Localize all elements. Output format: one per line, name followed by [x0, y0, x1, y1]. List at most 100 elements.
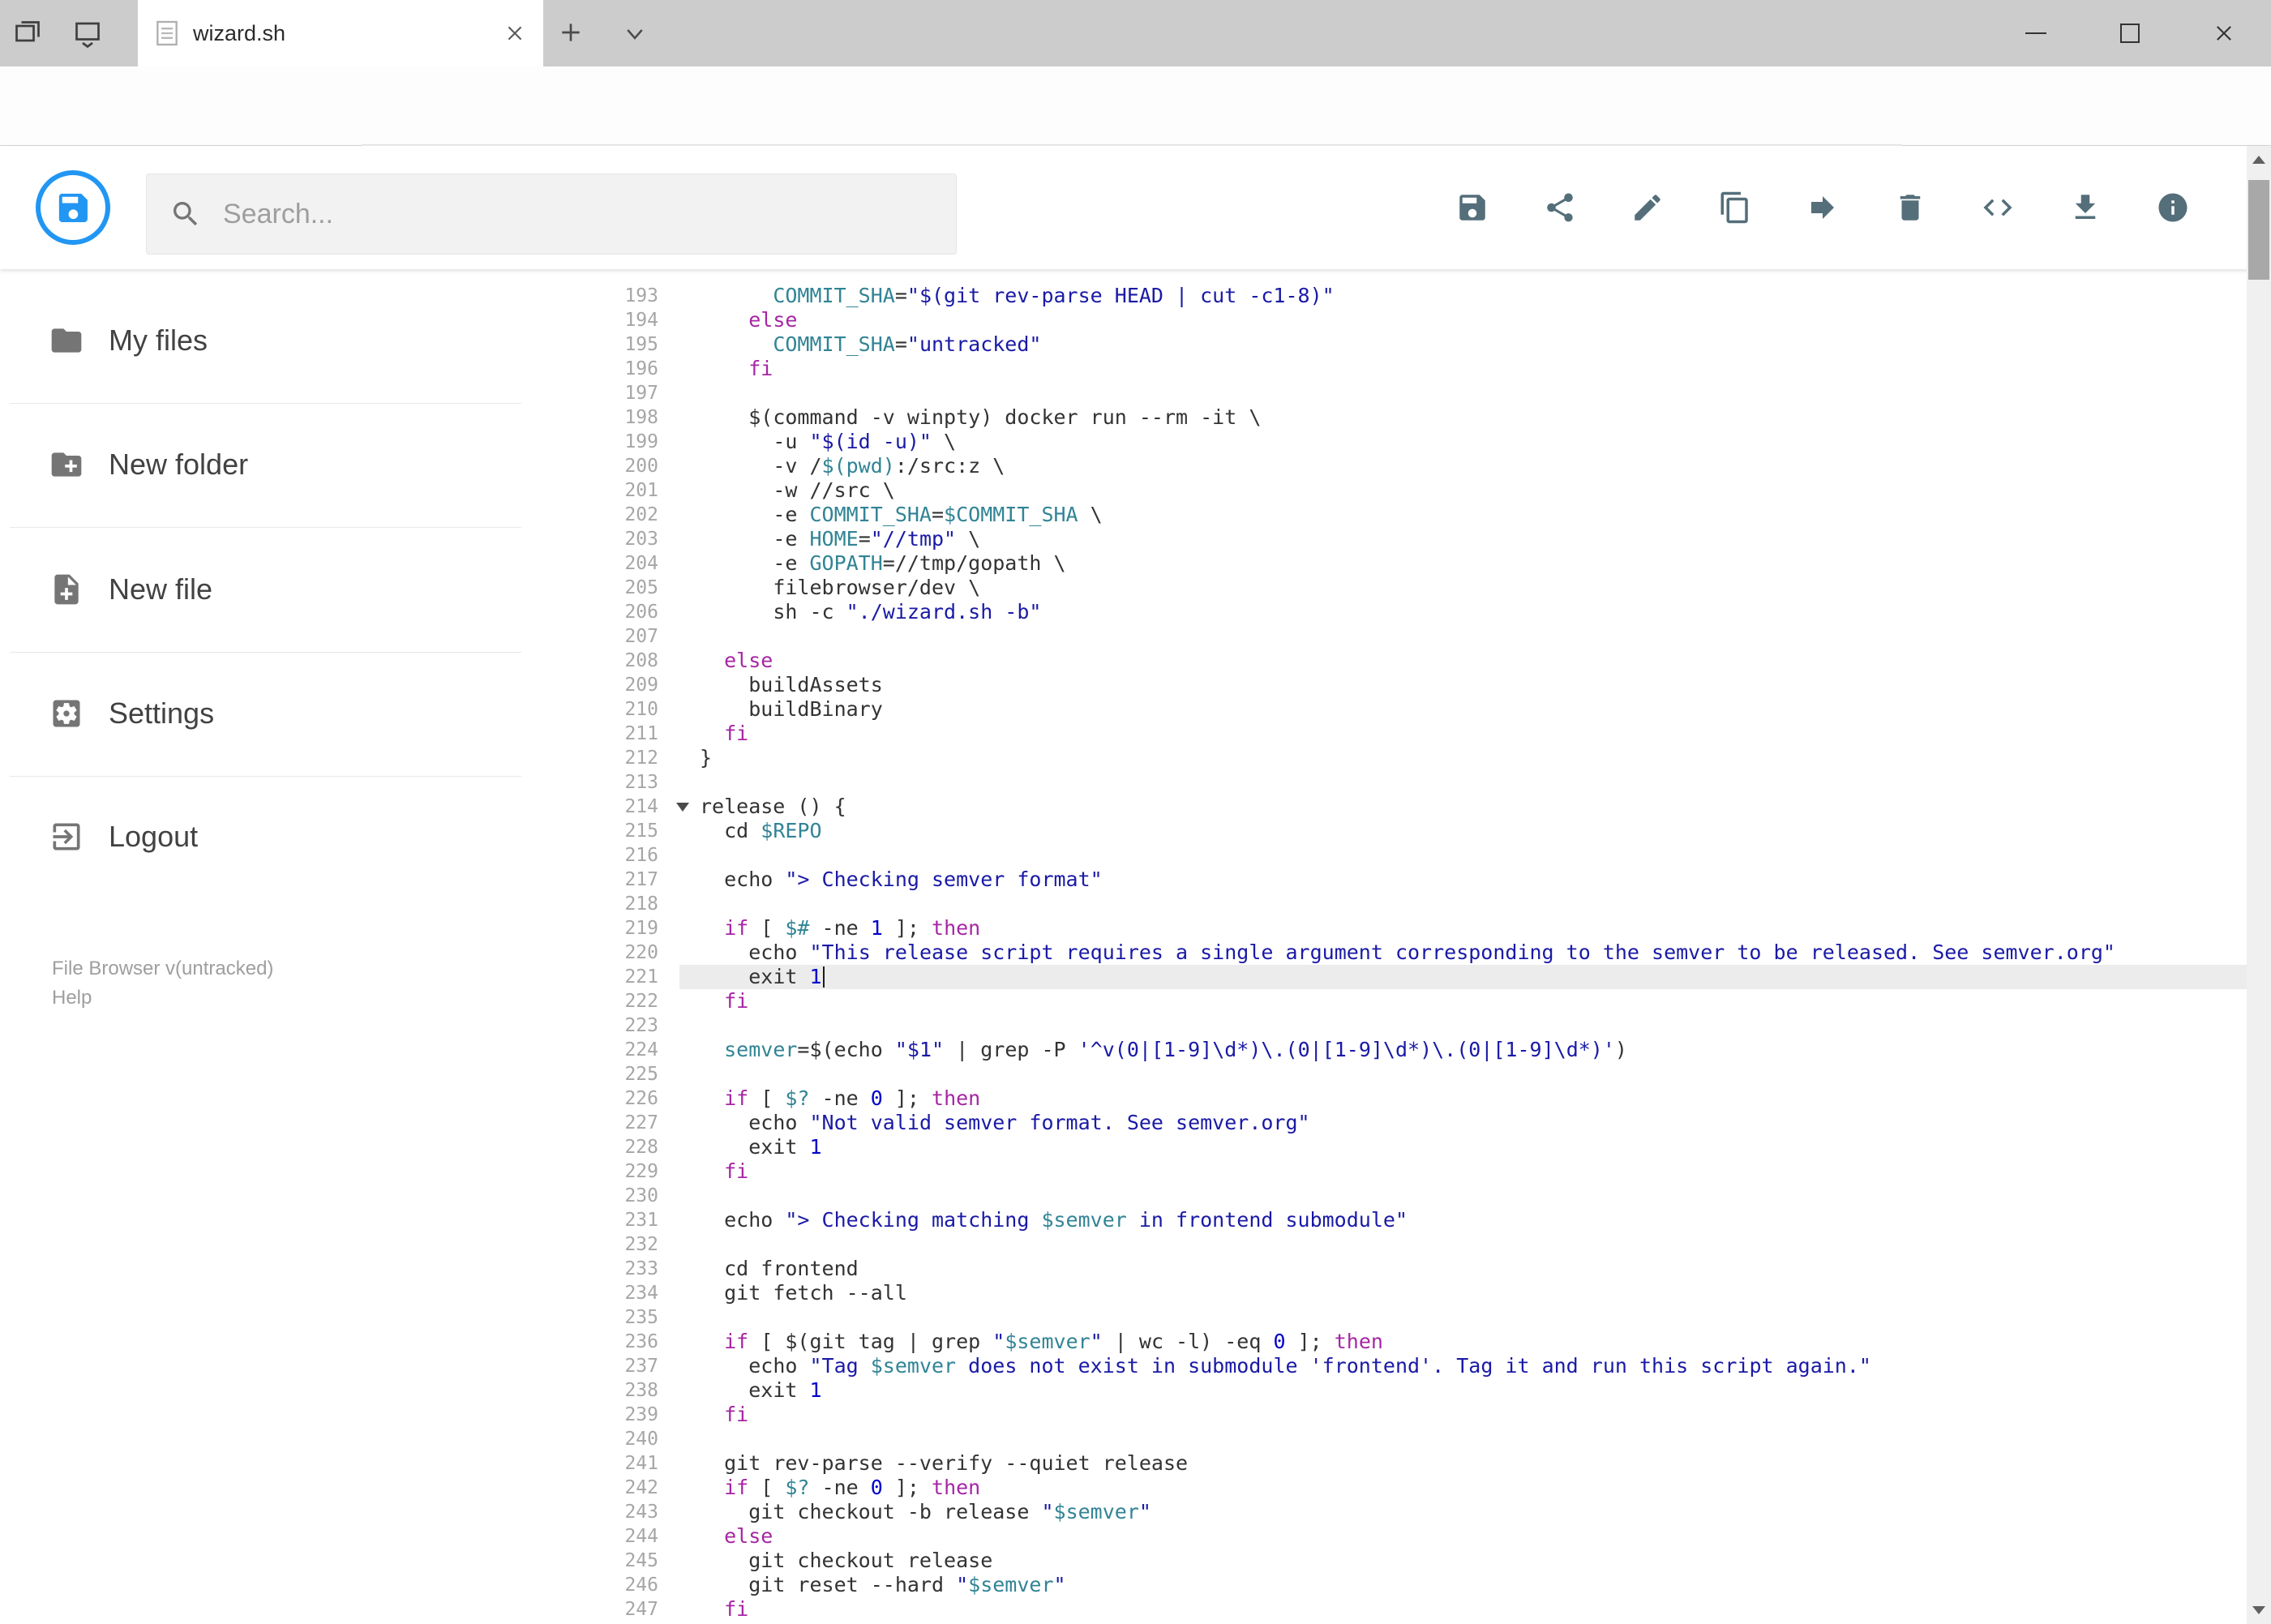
sidebar-item-new-file[interactable]: New file — [0, 557, 608, 622]
sidebar-item-logout[interactable]: Logout — [0, 804, 608, 869]
fold-widget-icon[interactable] — [676, 803, 689, 812]
code-line[interactable]: 211 fi — [608, 722, 2247, 746]
code-line[interactable]: 215 cd $REPO — [608, 819, 2247, 843]
code-line[interactable]: 236 if [ $(git tag | grep "$semver" | wc… — [608, 1330, 2247, 1354]
scroll-up-button[interactable] — [2247, 146, 2271, 174]
code-line[interactable]: 240 — [608, 1427, 2247, 1451]
code-line[interactable]: 219 if [ $# -ne 1 ]; then — [608, 916, 2247, 941]
page-scrollbar[interactable] — [2247, 146, 2271, 1624]
code-line[interactable]: 194 else — [608, 308, 2247, 332]
search-box[interactable] — [146, 174, 957, 255]
code-line[interactable]: 230 — [608, 1184, 2247, 1208]
code-line[interactable]: 201 -w //src \ — [608, 478, 2247, 503]
code-line[interactable]: 204 -e GOPATH=//tmp/gopath \ — [608, 551, 2247, 576]
code-line[interactable]: 222 fi — [608, 989, 2247, 1013]
save-button[interactable] — [1455, 191, 1489, 225]
code-line[interactable]: 226 if [ $? -ne 0 ]; then — [608, 1086, 2247, 1111]
sidebar-item-settings[interactable]: Settings — [0, 681, 608, 746]
code-line[interactable]: 224 semver=$(echo "$1" | grep -P '^v(0|[… — [608, 1038, 2247, 1062]
code-line[interactable]: 239 fi — [608, 1403, 2247, 1427]
window-close-button[interactable] — [2177, 0, 2271, 66]
code-line[interactable]: 216 — [608, 843, 2247, 868]
code-line[interactable]: 210 buildBinary — [608, 697, 2247, 722]
code-line[interactable]: 193 COMMIT_SHA="$(git rev-parse HEAD | c… — [608, 284, 2247, 308]
copy-button[interactable] — [1718, 191, 1752, 225]
search-input[interactable] — [223, 198, 933, 230]
code-line[interactable]: 195 COMMIT_SHA="untracked" — [608, 332, 2247, 357]
code-line[interactable]: 208 else — [608, 649, 2247, 673]
scroll-down-button[interactable] — [2247, 1596, 2271, 1624]
code-line[interactable]: 202 -e COMMIT_SHA=$COMMIT_SHA \ — [608, 503, 2247, 527]
sidebar-item-new-folder[interactable]: New folder — [0, 432, 608, 497]
new-tab-button[interactable] — [558, 19, 584, 49]
code-line[interactable]: 243 git checkout -b release "$semver" — [608, 1500, 2247, 1524]
code-line[interactable]: 221 exit 1 — [608, 965, 2247, 989]
code-line[interactable]: 229 fi — [608, 1159, 2247, 1184]
code-line[interactable]: 223 — [608, 1013, 2247, 1038]
code-line[interactable]: 234 git fetch --all — [608, 1281, 2247, 1305]
browser-tab-wizard-sh[interactable]: wizard.sh — [138, 0, 543, 66]
tab-close-icon[interactable] — [504, 23, 525, 44]
line-number: 212 — [624, 748, 658, 769]
line-number: 223 — [624, 1015, 658, 1036]
tabs-preview-icon[interactable] — [73, 19, 102, 48]
code-line[interactable]: 217 echo "> Checking semver format" — [608, 868, 2247, 892]
help-link[interactable]: Help — [52, 983, 273, 1013]
code-line[interactable]: 205 filebrowser/dev \ — [608, 576, 2247, 600]
code-line[interactable]: 246 git reset --hard "$semver" — [608, 1573, 2247, 1597]
code-line[interactable]: 197 — [608, 381, 2247, 405]
code-line[interactable]: 220 echo "This release script requires a… — [608, 941, 2247, 965]
scrollbar-thumb[interactable] — [2248, 180, 2269, 280]
window-minimize-button[interactable] — [1989, 0, 2083, 66]
code-line[interactable]: 245 git checkout release — [608, 1549, 2247, 1573]
code-line[interactable]: 241 git rev-parse --verify --quiet relea… — [608, 1451, 2247, 1476]
code-line[interactable]: 232 — [608, 1232, 2247, 1257]
code-line[interactable]: 228 exit 1 — [608, 1135, 2247, 1159]
code-line[interactable]: 231 echo "> Checking matching $semver in… — [608, 1208, 2247, 1232]
code-line[interactable]: 214 release () { — [608, 795, 2247, 819]
move-button[interactable] — [1806, 191, 1840, 225]
filebrowser-logo-icon[interactable] — [35, 169, 111, 246]
info-button[interactable] — [2156, 191, 2190, 225]
code-line[interactable]: 199 -u "$(id -u)" \ — [608, 430, 2247, 454]
line-number: 235 — [624, 1307, 658, 1328]
code-line[interactable]: 218 — [608, 892, 2247, 916]
line-number: 230 — [624, 1185, 658, 1206]
code-line[interactable]: 238 exit 1 — [608, 1378, 2247, 1403]
share-file-button[interactable] — [1543, 191, 1577, 225]
code-line[interactable]: 227 echo "Not valid semver format. See s… — [608, 1111, 2247, 1135]
download-button[interactable] — [2068, 191, 2102, 225]
code-line[interactable]: 244 else — [608, 1524, 2247, 1549]
code-line[interactable]: 213 — [608, 770, 2247, 795]
window-maximize-button[interactable] — [2083, 0, 2177, 66]
rename-button[interactable] — [1630, 191, 1665, 225]
tab-list-chevron-icon[interactable] — [623, 24, 647, 48]
line-number: 242 — [624, 1477, 658, 1498]
filebrowser-header — [0, 146, 2271, 269]
code-line[interactable]: 200 -v /$(pwd):/src:z \ — [608, 454, 2247, 478]
plus-icon — [562, 24, 580, 41]
code-line[interactable]: 212} — [608, 746, 2247, 770]
code-line[interactable]: 235 — [608, 1305, 2247, 1330]
code-line[interactable]: 233 cd frontend — [608, 1257, 2247, 1281]
code-editor[interactable]: 193 COMMIT_SHA="$(git rev-parse HEAD | c… — [608, 269, 2247, 1624]
line-number: 238 — [624, 1380, 658, 1401]
line-number: 214 — [608, 795, 689, 819]
code-line[interactable]: 247 fi — [608, 1597, 2247, 1622]
line-number: 210 — [624, 699, 658, 720]
code-line[interactable]: 207 — [608, 624, 2247, 649]
sidebar-item-my-files[interactable]: My files — [0, 308, 608, 373]
set-tabs-aside-icon[interactable] — [13, 19, 42, 48]
code-line[interactable]: 196 fi — [608, 357, 2247, 381]
code-line[interactable]: 198 $(command -v winpty) docker run --rm… — [608, 405, 2247, 430]
code-line[interactable]: 209 buildAssets — [608, 673, 2247, 697]
line-number: 205 — [624, 577, 658, 598]
delete-button[interactable] — [1893, 191, 1927, 225]
code-area[interactable]: 193 COMMIT_SHA="$(git rev-parse HEAD | c… — [608, 269, 2247, 1622]
code-line[interactable]: 237 echo "Tag $semver does not exist in … — [608, 1354, 2247, 1378]
raw-code-button[interactable] — [1981, 191, 2015, 225]
code-line[interactable]: 203 -e HOME="//tmp" \ — [608, 527, 2247, 551]
code-line[interactable]: 225 — [608, 1062, 2247, 1086]
code-line[interactable]: 242 if [ $? -ne 0 ]; then — [608, 1476, 2247, 1500]
code-line[interactable]: 206 sh -c "./wizard.sh -b" — [608, 600, 2247, 624]
